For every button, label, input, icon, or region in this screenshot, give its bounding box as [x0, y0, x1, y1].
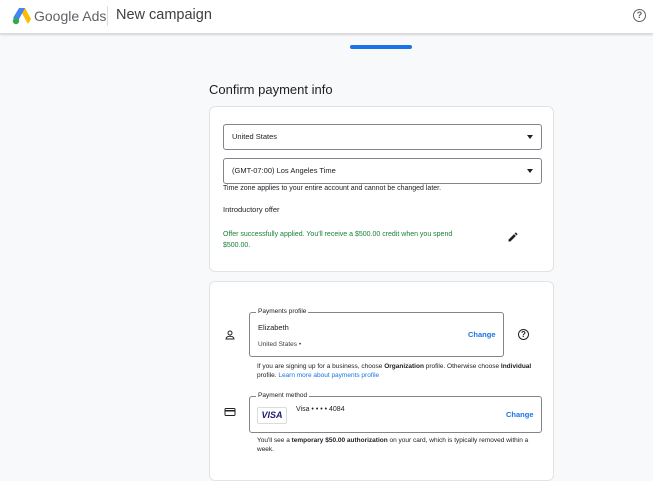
note-prefix: If you are signing up for a business, ch… — [257, 363, 385, 370]
timezone-select[interactable]: (GMT-07:00) Los Angeles Time — [223, 158, 542, 184]
payments-profile-box[interactable]: Payments profile Elizabeth United States… — [249, 308, 504, 357]
country-select[interactable]: United States — [223, 124, 542, 150]
profile-country: United States • — [258, 341, 302, 348]
change-payment-method-link[interactable]: Change — [506, 410, 534, 419]
top-app-bar: Google Ads New campaign ? — [0, 0, 653, 34]
offer-status-line-2: $500.00. — [223, 242, 251, 249]
help-icon[interactable]: ? — [633, 9, 646, 22]
payments-card: Payments profile Elizabeth United States… — [209, 281, 554, 481]
note-individual: Individual — [500, 363, 532, 370]
change-profile-link[interactable]: Change — [468, 330, 496, 339]
profile-name: Elizabeth — [258, 323, 289, 332]
dropdown-arrow-icon — [527, 135, 533, 139]
profile-type-note: If you are signing up for a business, ch… — [257, 362, 547, 380]
payment-method-box[interactable]: Payment method VISA Visa • • • • 4084 Ch… — [249, 392, 542, 433]
step-progress-indicator — [350, 45, 412, 49]
timezone-select-value: (GMT-07:00) Los Angeles Time — [232, 166, 336, 175]
auth-note-prefix: You'll see a — [257, 437, 292, 444]
intro-offer-label: Introductory offer — [223, 205, 280, 214]
brand-name: Google Ads — [34, 8, 106, 24]
timezone-note: Time zone applies to your entire account… — [223, 185, 442, 192]
dropdown-arrow-icon — [527, 169, 533, 173]
note-organization: Organization — [384, 363, 424, 370]
auth-note-line2: week. — [257, 446, 274, 453]
google-ads-logo-icon — [12, 8, 31, 25]
account-settings-card: United States (GMT-07:00) Los Angeles Ti… — [209, 106, 554, 272]
payments-profile-legend: Payments profile — [256, 308, 309, 315]
credit-card-icon — [224, 408, 236, 416]
section-title: Confirm payment info — [209, 82, 333, 97]
header-divider — [107, 6, 108, 26]
country-select-value: United States — [232, 132, 278, 141]
brand-ads: Ads — [82, 8, 107, 24]
offer-status-line-1: Offer successfully applied. You'll recei… — [223, 231, 453, 238]
note-line2: profile. — [257, 372, 279, 379]
payment-method-legend: Payment method — [256, 392, 310, 399]
card-details: Visa • • • • 4084 — [296, 406, 345, 413]
page-heading: New campaign — [116, 7, 212, 23]
auth-note-suffix: on your card, which is typically removed… — [387, 437, 529, 444]
help-icon[interactable]: ? — [518, 329, 529, 340]
person-icon — [225, 330, 235, 340]
note-mid: profile. Otherwise choose — [423, 363, 501, 370]
authorization-note: You'll see a temporary $50.00 authorizat… — [257, 436, 547, 454]
visa-logo-icon: VISA — [257, 407, 287, 424]
edit-pencil-icon[interactable] — [507, 231, 519, 243]
brand-google: Google — [34, 8, 80, 24]
auth-note-bold: temporary $50.00 authorization — [291, 437, 388, 444]
learn-more-link[interactable]: Learn more about payments profile — [278, 372, 379, 379]
